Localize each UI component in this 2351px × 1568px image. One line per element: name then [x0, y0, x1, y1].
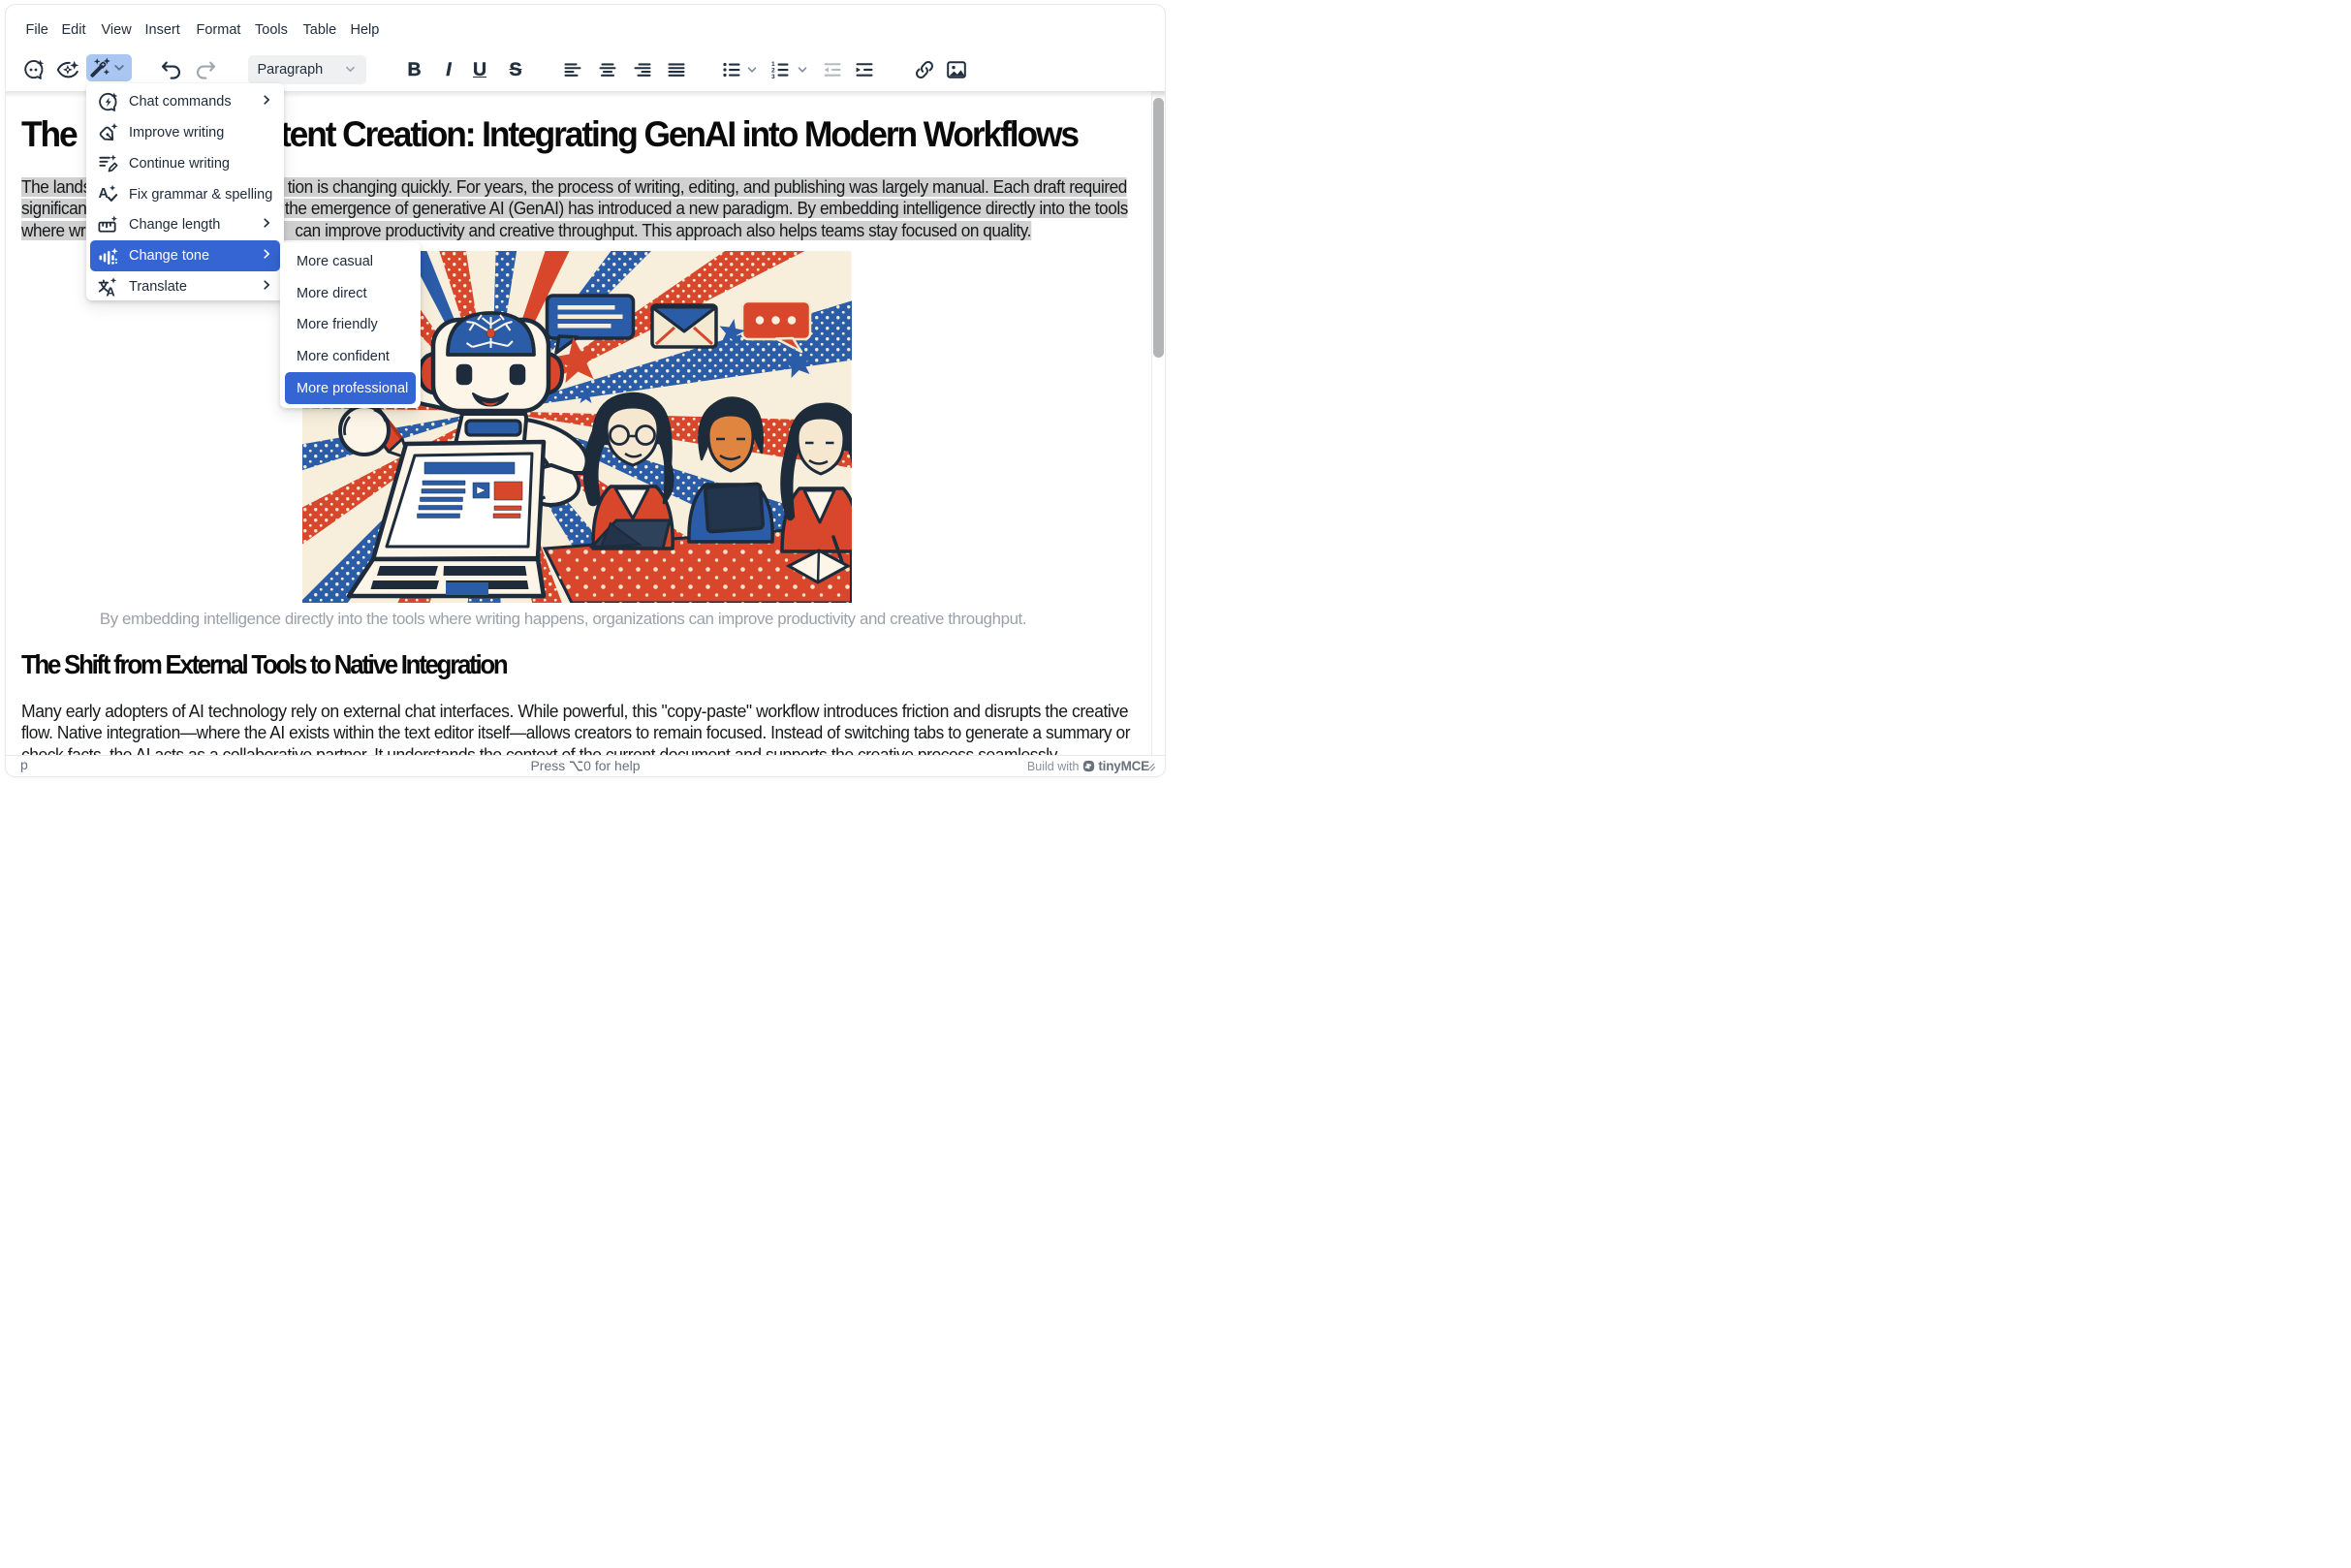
svg-text:A: A — [98, 186, 108, 202]
svg-text:3: 3 — [771, 74, 775, 80]
svg-text:A: A — [106, 284, 114, 298]
